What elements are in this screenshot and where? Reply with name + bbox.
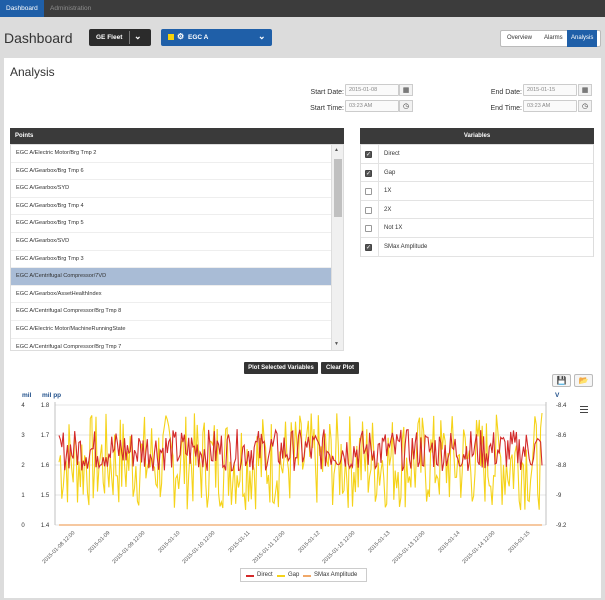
scrollbar-thumb[interactable] bbox=[334, 159, 342, 217]
clear-plot-button[interactable]: Clear Plot bbox=[321, 362, 359, 374]
variable-label: Not 1X bbox=[384, 225, 403, 232]
variable-checkbox[interactable] bbox=[365, 206, 372, 214]
legend-direct-swatch bbox=[246, 575, 254, 577]
variable-checkbox[interactable]: ✓ bbox=[365, 151, 372, 158]
save-icon[interactable]: 💾 bbox=[552, 374, 571, 387]
points-list-item[interactable]: EGC A/Gearbox/SYD bbox=[11, 180, 343, 198]
legend-direct[interactable]: Direct bbox=[257, 572, 273, 578]
points-list-item[interactable]: EGC A/Electric Motor/MachineRunningState bbox=[11, 321, 343, 339]
start-date-input[interactable]: 2015-01-08 bbox=[345, 84, 399, 96]
chart-menu-icon[interactable] bbox=[580, 406, 588, 414]
points-list-item[interactable]: EGC A/Gearbox/SVD bbox=[11, 233, 343, 251]
calendar-icon[interactable]: ▦ bbox=[578, 84, 592, 96]
points-list-item[interactable]: EGC A/Centrifugal Compressor/Brg Tmp 7 bbox=[11, 339, 343, 350]
gears-icon: ⚙ bbox=[177, 32, 185, 41]
column-divider bbox=[378, 182, 379, 200]
points-list-item[interactable]: EGC A/Gearbox/Brg Tmp 3 bbox=[11, 251, 343, 269]
column-divider bbox=[378, 163, 379, 182]
clock-icon[interactable]: ◷ bbox=[399, 100, 413, 112]
variable-row[interactable]: ✓ SMax Amplitude bbox=[361, 237, 593, 257]
tab-overview[interactable]: Overview bbox=[507, 35, 532, 41]
legend-smax-swatch bbox=[303, 575, 311, 577]
points-list-item[interactable]: EGC A/Gearbox/AssetHealthIndex bbox=[11, 286, 343, 304]
variable-row[interactable]: ✓ Direct bbox=[361, 145, 593, 164]
points-list-item[interactable]: EGC A/Gearbox/Brg Tmp 4 bbox=[11, 198, 343, 216]
fleet-label: GE Fleet bbox=[96, 34, 123, 41]
column-divider bbox=[378, 145, 379, 163]
tab-alarms[interactable]: Alarms bbox=[544, 35, 563, 41]
chevron-down-icon[interactable]: ⌄ bbox=[258, 31, 266, 42]
start-time-label: Start Time: bbox=[310, 105, 344, 112]
chevron-down-icon[interactable]: ⌄ bbox=[134, 31, 142, 42]
end-time-label: End Time: bbox=[490, 105, 522, 112]
section-title: Analysis bbox=[10, 65, 55, 79]
variable-row[interactable]: ✓ Gap bbox=[361, 163, 593, 183]
folder-icon[interactable]: 📂 bbox=[574, 374, 593, 387]
end-date-label: End Date: bbox=[490, 89, 522, 96]
header-bar: Dashboard GE Fleet ⌄ ⚙ EGC A ⌄ Overview … bbox=[0, 17, 605, 58]
start-date-label: Start Date: bbox=[310, 89, 344, 96]
variable-checkbox[interactable] bbox=[365, 225, 372, 233]
top-nav: Dashboard Administration bbox=[0, 0, 605, 17]
fleet-selector[interactable]: GE Fleet ⌄ bbox=[89, 29, 151, 46]
variable-row[interactable]: 1X bbox=[361, 182, 593, 201]
column-divider bbox=[378, 200, 379, 219]
tab-analysis[interactable]: Analysis bbox=[567, 30, 598, 47]
nav-tab-dashboard[interactable]: Dashboard bbox=[0, 0, 44, 17]
points-list[interactable]: EGC A/Electric Motor/Brg Tmp 2 EGC A/Gear… bbox=[10, 144, 344, 351]
analysis-panel: Analysis Start Date: 2015-01-08 ▦ Start … bbox=[4, 58, 601, 598]
clock-icon[interactable]: ◷ bbox=[578, 100, 592, 112]
points-list-item[interactable]: EGC A/Centrifugal Compressor/7VD bbox=[11, 268, 343, 286]
end-date-input[interactable]: 2015-01-15 bbox=[523, 84, 577, 96]
fleet-divider bbox=[129, 31, 130, 44]
end-time-input[interactable]: 03:23 AM bbox=[523, 100, 577, 112]
nav-tab-administration[interactable]: Administration bbox=[44, 0, 97, 17]
variables-header: Variables bbox=[360, 128, 594, 144]
asset-selector[interactable]: ⚙ EGC A ⌄ bbox=[161, 29, 272, 46]
points-list-item[interactable]: EGC A/Centrifugal Compressor/Brg Tmp 8 bbox=[11, 303, 343, 321]
points-list-item[interactable]: EGC A/Gearbox/Brg Tmp 6 bbox=[11, 163, 343, 181]
variable-checkbox[interactable]: ✓ bbox=[365, 243, 372, 251]
variable-label: 1X bbox=[384, 188, 392, 195]
points-header: Points bbox=[10, 128, 344, 144]
scroll-up-icon[interactable]: ▲ bbox=[334, 147, 339, 153]
variable-checkbox[interactable] bbox=[365, 188, 372, 196]
points-list-item[interactable]: EGC A/Electric Motor/Brg Tmp 2 bbox=[11, 145, 343, 163]
variable-row[interactable]: 2X bbox=[361, 200, 593, 220]
asset-label: EGC A bbox=[188, 34, 209, 41]
asset-status-icon bbox=[168, 34, 174, 40]
start-time-input[interactable]: 03:23 AM bbox=[345, 100, 399, 112]
points-rows: EGC A/Electric Motor/Brg Tmp 2 EGC A/Gear… bbox=[11, 145, 343, 350]
page-title: Dashboard bbox=[4, 30, 73, 46]
variable-label: 2X bbox=[384, 206, 392, 213]
variable-row[interactable]: Not 1X bbox=[361, 219, 593, 238]
legend-gap-swatch bbox=[277, 575, 285, 577]
points-list-item[interactable]: EGC A/Gearbox/Brg Tmp 5 bbox=[11, 215, 343, 233]
legend-smax[interactable]: SMax Amplitude bbox=[314, 572, 357, 578]
variables-rows: ✓ Direct ✓ Gap 1X 2X Not 1X ✓ SMax Amplitude bbox=[361, 145, 593, 257]
variable-label: Gap bbox=[384, 169, 396, 176]
variable-checkbox[interactable]: ✓ bbox=[365, 169, 372, 177]
scroll-down-icon[interactable]: ▼ bbox=[334, 341, 339, 347]
variable-label: Direct bbox=[384, 151, 400, 157]
calendar-icon[interactable]: ▦ bbox=[399, 84, 413, 96]
chart-legend: Direct Gap SMax Amplitude bbox=[240, 568, 367, 582]
variable-label: SMax Amplitude bbox=[384, 243, 428, 250]
view-tabs: Overview Alarms Analysis bbox=[500, 30, 601, 47]
points-scrollbar[interactable]: ▲ ▼ bbox=[331, 145, 343, 350]
plot-selected-button[interactable]: Plot Selected Variables bbox=[244, 362, 318, 374]
variables-list: ✓ Direct ✓ Gap 1X 2X Not 1X ✓ SMax Amplitude bbox=[360, 144, 594, 257]
column-divider bbox=[378, 219, 379, 237]
column-divider bbox=[378, 237, 379, 256]
legend-gap[interactable]: Gap bbox=[288, 572, 299, 578]
